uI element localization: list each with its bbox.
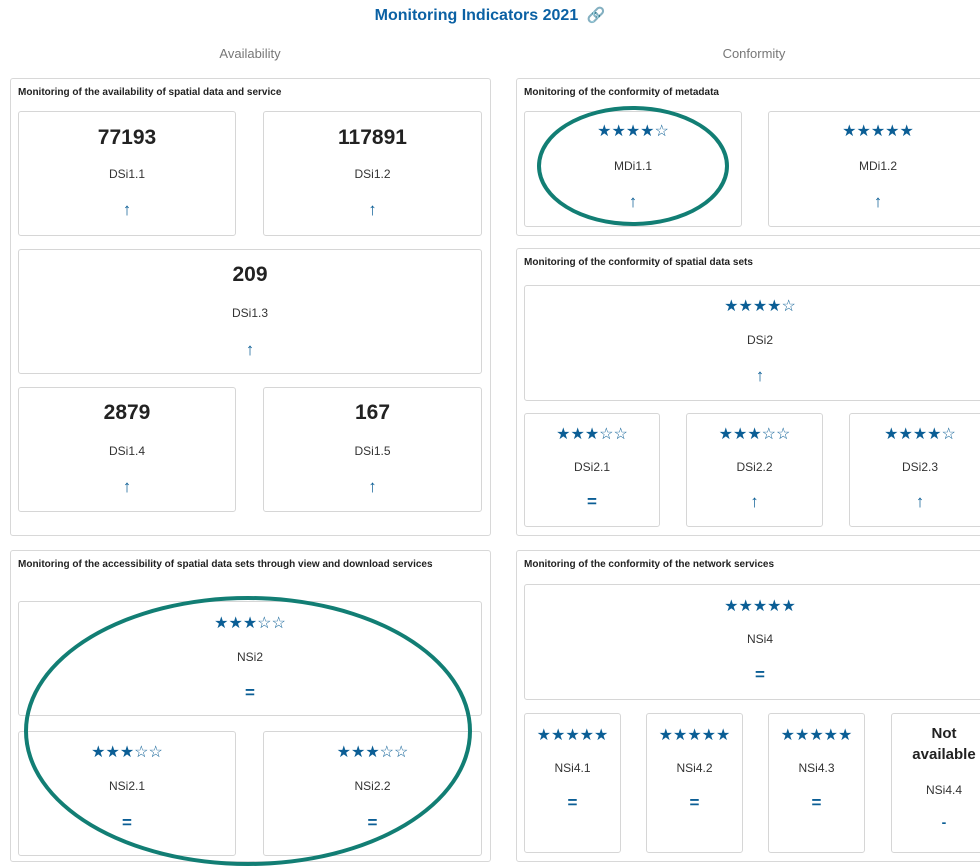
star-rating-icon: ★★★★☆ [597, 123, 669, 140]
star-rating-icon: ★★★★★ [658, 727, 731, 744]
metadata-conformity-panel: Monitoring of the conformity of metadata… [516, 78, 980, 236]
star-rating-icon: ★★★☆☆ [336, 744, 409, 761]
accessibility-panel: Monitoring of the accessibility of spati… [10, 550, 491, 862]
column-header-conformity: Conformity [722, 46, 786, 61]
status-line-2: available [912, 746, 976, 763]
indicator-value: 2879 [103, 401, 151, 424]
trend-up-icon: ↑ [368, 200, 377, 219]
trend-equal-icon: = [689, 793, 700, 812]
panel-title: Monitoring of the conformity of spatial … [524, 257, 753, 268]
indicator-label: DSi2.3 [901, 460, 939, 474]
indicator-value: 167 [354, 401, 391, 424]
indicator-card-nsi2-1[interactable]: ★★★☆☆ NSi2.1 = [18, 731, 236, 856]
indicator-card-nsi4-2[interactable]: ★★★★★ NSi4.2 = [646, 713, 743, 853]
indicator-label: NSi4.3 [798, 761, 835, 775]
indicator-label: DSi1.1 [108, 167, 146, 181]
panel-title: Monitoring of the accessibility of spati… [18, 559, 433, 570]
indicator-card-nsi4[interactable]: ★★★★★ NSi4 = [524, 584, 980, 700]
trend-up-icon: ↑ [755, 366, 765, 385]
indicator-card-nsi4-4[interactable]: Not available NSi4.4 - [891, 713, 980, 853]
trend-up-icon: ↑ [750, 492, 759, 511]
star-rating-icon: ★★★★★ [780, 727, 853, 744]
trend-equal-icon: = [567, 793, 578, 812]
panel-title: Monitoring of the availability of spatia… [18, 87, 282, 98]
star-rating-icon: ★★★☆☆ [718, 426, 791, 443]
trend-equal-icon: = [755, 665, 765, 684]
star-rating-icon: ★★★★★ [842, 123, 914, 140]
indicator-label: DSi1.5 [354, 444, 391, 458]
panel-title: Monitoring of the conformity of the netw… [524, 559, 775, 570]
indicator-label: DSi2.2 [736, 460, 773, 474]
column-header-availability: Availability [219, 46, 281, 61]
star-rating-icon: ★★★★☆ [724, 298, 796, 315]
indicator-card-dsi1-4[interactable]: 2879 DSi1.4 ↑ [18, 387, 236, 512]
indicator-card-nsi4-1[interactable]: ★★★★★ NSi4.1 = [524, 713, 621, 853]
trend-up-icon: ↑ [245, 340, 255, 359]
trend-equal-icon: = [811, 793, 822, 812]
indicator-card-dsi2-3[interactable]: ★★★★☆ DSi2.3 ↑ [849, 413, 980, 527]
indicator-label: DSi2.1 [573, 460, 611, 474]
indicator-label: NSi4 [746, 632, 773, 646]
indicator-card-dsi2[interactable]: ★★★★☆ DSi2 ↑ [524, 285, 980, 401]
star-rating-icon: ★★★☆☆ [214, 615, 286, 632]
indicator-label: NSi2.1 [108, 779, 146, 793]
indicator-value: 209 [232, 263, 268, 286]
indicator-card-dsi2-2[interactable]: ★★★☆☆ DSi2.2 ↑ [686, 413, 823, 527]
trend-up-icon: ↑ [122, 477, 132, 496]
trend-up-icon: ↑ [915, 492, 925, 511]
indicator-label: NSi4.2 [676, 761, 713, 775]
page-title: Monitoring Indicators 2021 🔗 [0, 6, 980, 25]
indicator-card-dsi1-2[interactable]: 117891 DSi1.2 ↑ [263, 111, 482, 236]
trend-dash-icon: - [941, 814, 947, 830]
indicator-label: DSi1.3 [231, 306, 269, 320]
star-rating-icon: ★★★☆☆ [556, 426, 628, 443]
trend-up-icon: ↑ [122, 200, 132, 219]
star-rating-icon: ★★★☆☆ [91, 744, 163, 761]
network-conformity-panel: Monitoring of the conformity of the netw… [516, 550, 980, 862]
indicator-label: DSi1.4 [108, 444, 146, 458]
status-not-available: Not available [892, 723, 980, 765]
indicator-card-nsi2-2[interactable]: ★★★☆☆ NSi2.2 = [263, 731, 482, 856]
indicator-card-mdi1-2[interactable]: ★★★★★ MDi1.2 ↑ [768, 111, 980, 227]
trend-up-icon: ↑ [628, 192, 638, 211]
trend-equal-icon: = [122, 813, 132, 832]
indicator-label: MDi1.2 [858, 159, 897, 173]
star-rating-icon: ★★★★★ [724, 598, 796, 615]
availability-panel: Monitoring of the availability of spatia… [10, 78, 491, 536]
indicator-label: NSi2 [236, 650, 263, 664]
indicator-label: NSi4.1 [554, 761, 591, 775]
indicator-card-dsi1-1[interactable]: 77193 DSi1.1 ↑ [18, 111, 236, 236]
indicator-value: 77193 [97, 126, 157, 149]
link-icon[interactable]: 🔗 [587, 7, 606, 24]
trend-equal-icon: = [245, 683, 255, 702]
status-line-1: Not [931, 725, 957, 742]
indicator-label: DSi1.2 [354, 167, 391, 181]
indicator-label: NSi4.4 [925, 783, 963, 797]
trend-up-icon: ↑ [368, 477, 377, 496]
indicator-card-mdi1-1[interactable]: ★★★★☆ MDi1.1 ↑ [524, 111, 742, 227]
indicator-label: DSi2 [746, 333, 773, 347]
indicator-card-nsi4-3[interactable]: ★★★★★ NSi4.3 = [768, 713, 865, 853]
indicator-value: 117891 [338, 126, 407, 149]
panel-title: Monitoring of the conformity of metadata [524, 87, 719, 98]
page-title-text: Monitoring Indicators 2021 [374, 7, 579, 24]
star-rating-icon: ★★★★☆ [884, 426, 956, 443]
indicator-card-dsi1-5[interactable]: 167 DSi1.5 ↑ [263, 387, 482, 512]
trend-equal-icon: = [367, 813, 378, 832]
datasets-conformity-panel: Monitoring of the conformity of spatial … [516, 248, 980, 536]
indicator-label: NSi2.2 [354, 779, 391, 793]
indicator-card-nsi2[interactable]: ★★★☆☆ NSi2 = [18, 601, 482, 716]
star-rating-icon: ★★★★★ [536, 727, 609, 744]
indicator-card-dsi2-1[interactable]: ★★★☆☆ DSi2.1 = [524, 413, 660, 527]
trend-up-icon: ↑ [873, 192, 883, 211]
indicator-card-dsi1-3[interactable]: 209 DSi1.3 ↑ [18, 249, 482, 374]
indicator-label: MDi1.1 [613, 159, 652, 173]
trend-equal-icon: = [587, 492, 597, 511]
